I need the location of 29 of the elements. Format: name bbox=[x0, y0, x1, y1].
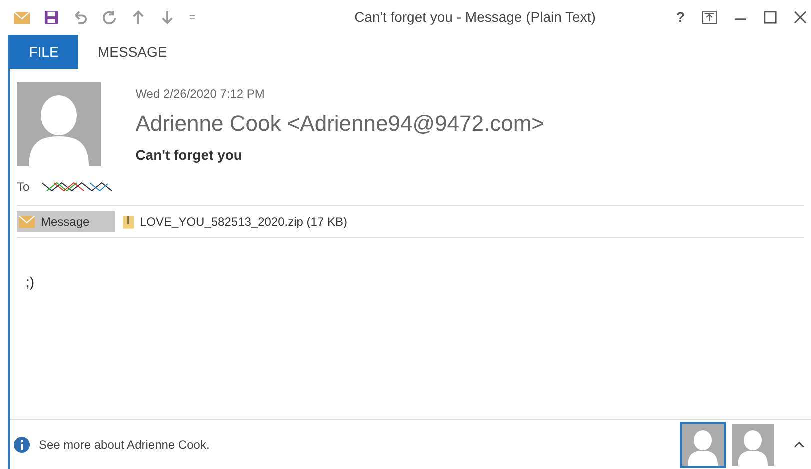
collapse-icon[interactable] bbox=[794, 441, 805, 448]
window-title: Can't forget you - Message (Plain Text) bbox=[354, 8, 597, 27]
help-button[interactable]: ? bbox=[676, 7, 685, 28]
subject: Can't forget you bbox=[136, 146, 244, 165]
zip-file-icon bbox=[123, 214, 134, 229]
ribbon-tab[interactable]: MESSAGE bbox=[78, 35, 188, 69]
info-icon bbox=[14, 436, 30, 452]
save-icon[interactable] bbox=[44, 10, 59, 25]
close-icon[interactable] bbox=[794, 11, 807, 24]
contact-thumbnail[interactable] bbox=[730, 422, 776, 468]
customize-icon[interactable] bbox=[189, 14, 196, 21]
attachment-item[interactable]: LOVE_YOU_582513_2020.zip (17 KB) bbox=[121, 211, 348, 232]
message-body: ;) bbox=[26, 274, 35, 290]
ribbon-tab[interactable]: FILE bbox=[10, 35, 78, 69]
undo-icon[interactable] bbox=[73, 10, 88, 25]
sender-name: Adrienne Cook <Adrienne94@9472.com> bbox=[136, 110, 545, 138]
envelope-icon bbox=[14, 12, 30, 24]
attachment-item[interactable]: Message bbox=[17, 211, 115, 232]
redo-icon[interactable] bbox=[102, 10, 117, 25]
arrow-up-icon[interactable] bbox=[131, 10, 146, 25]
ribbon-display-icon[interactable] bbox=[702, 11, 717, 24]
maximize-icon[interactable] bbox=[764, 11, 777, 24]
sent-date: Wed 2/26/2020 7:12 PM bbox=[136, 86, 266, 103]
to-label: To bbox=[17, 179, 30, 196]
redacted-recipient-drawing bbox=[42, 182, 112, 192]
envelope-icon bbox=[19, 216, 35, 228]
contact-thumbnail[interactable] bbox=[680, 422, 726, 468]
people-pane-text: See more about Adrienne Cook. bbox=[39, 436, 211, 454]
arrow-down-icon[interactable] bbox=[160, 10, 175, 25]
